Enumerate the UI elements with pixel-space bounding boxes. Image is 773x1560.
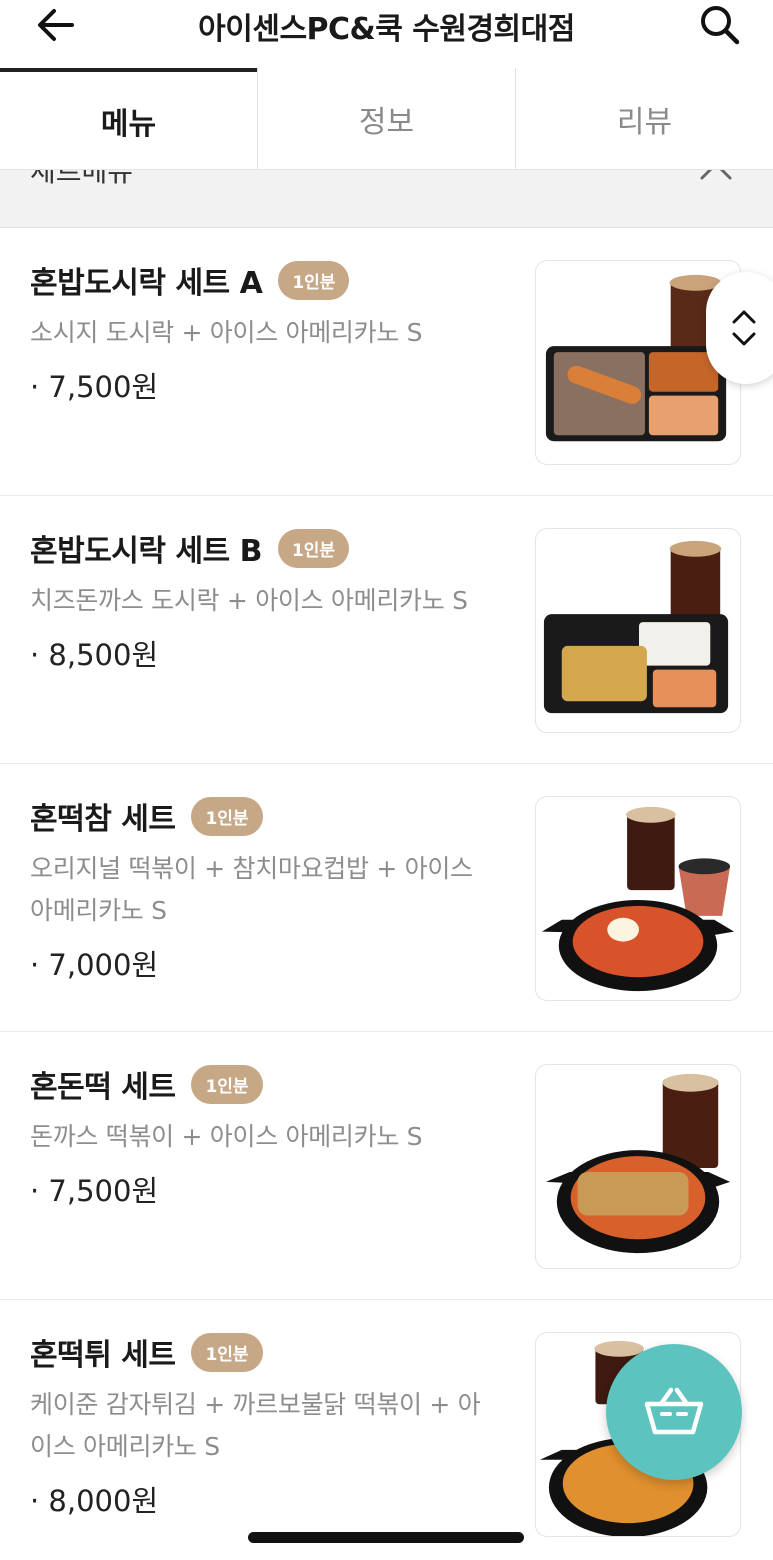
item-description: 소시지 도시락 + 아이스 아메리카노 S: [30, 318, 423, 347]
menu-item[interactable]: 혼밥도시락 세트 A 1인분 소시지 도시락 + 아이스 아메리카노 S · 7…: [0, 228, 773, 496]
tab-reviews[interactable]: 리뷰: [515, 68, 773, 169]
item-name: 혼떡참 세트: [30, 802, 176, 837]
top-bar: 아이센스PC&쿡 수원경희대점: [0, 0, 773, 68]
menu-item[interactable]: 혼돈떡 세트 1인분 돈까스 떡볶이 + 아이스 아메리카노 S · 7,500…: [0, 1032, 773, 1300]
page-title: 아이센스PC&쿡 수원경희대점: [198, 12, 575, 47]
chevron-up-down-icon: [732, 310, 756, 346]
search-icon: [701, 6, 740, 45]
basket-icon: [644, 1387, 704, 1435]
item-description: 치즈돈까스 도시락 + 아이스 아메리카노 S: [30, 586, 468, 615]
tab-info[interactable]: 정보: [257, 68, 515, 169]
item-name-row: 혼밥도시락 세트 B 1인분: [30, 526, 350, 570]
item-price: · 7,500원: [30, 1174, 159, 1208]
item-name: 혼돈떡 세트: [30, 1070, 176, 1105]
item-photo: [535, 1064, 741, 1269]
item-name: 혼밥도시락 세트 A: [30, 266, 263, 301]
item-name-row: 혼떡참 세트 1인분: [30, 794, 263, 838]
item-name-row: 혼밥도시락 세트 A 1인분: [30, 258, 350, 302]
item-description: 돈까스 떡볶이 + 아이스 아메리카노 S: [30, 1122, 423, 1151]
item-photo: [535, 796, 741, 1001]
cart-button[interactable]: [606, 1344, 742, 1480]
serving-badge: 1인분: [278, 260, 350, 300]
item-price: · 7,000원: [30, 948, 159, 982]
serving-badge: 1인분: [191, 796, 263, 836]
search-button[interactable]: [693, 0, 745, 48]
scroll-jump-button[interactable]: [706, 272, 773, 384]
item-price: · 8,500원: [30, 638, 159, 672]
item-name-row: 혼떡튀 세트 1인분: [30, 1330, 263, 1374]
item-name: 혼밥도시락 세트 B: [30, 534, 262, 569]
item-name: 혼떡튀 세트: [30, 1338, 176, 1373]
serving-badge: 1인분: [277, 528, 350, 568]
item-price: · 8,000원: [30, 1484, 159, 1518]
menu-item[interactable]: 혼밥도시락 세트 B 1인분 치즈돈까스 도시락 + 아이스 아메리카노 S ·…: [0, 496, 773, 764]
item-photo: [535, 528, 741, 733]
tab-menu[interactable]: 메뉴: [0, 68, 257, 169]
menu-item[interactable]: 혼떡참 세트 1인분 오리지널 떡볶이 + 참치마요컵밥 + 아이스 아메리카노…: [0, 764, 773, 1032]
home-indicator: [248, 1532, 524, 1543]
back-button[interactable]: [30, 2, 82, 48]
serving-badge: 1인분: [191, 1064, 263, 1104]
item-description: 오리지널 떡볶이 + 참치마요컵밥 + 아이스 아메리카노 S: [30, 854, 473, 925]
item-price: · 7,500원: [30, 370, 159, 404]
item-name-row: 혼돈떡 세트 1인분: [30, 1062, 263, 1106]
tab-bar: 메뉴 정보 리뷰: [0, 68, 773, 170]
back-arrow-icon: [38, 9, 74, 41]
serving-badge: 1인분: [191, 1332, 263, 1372]
item-description: 케이준 감자튀김 + 까르보불닭 떡볶이 + 아이스 아메리카노 S: [30, 1390, 481, 1461]
